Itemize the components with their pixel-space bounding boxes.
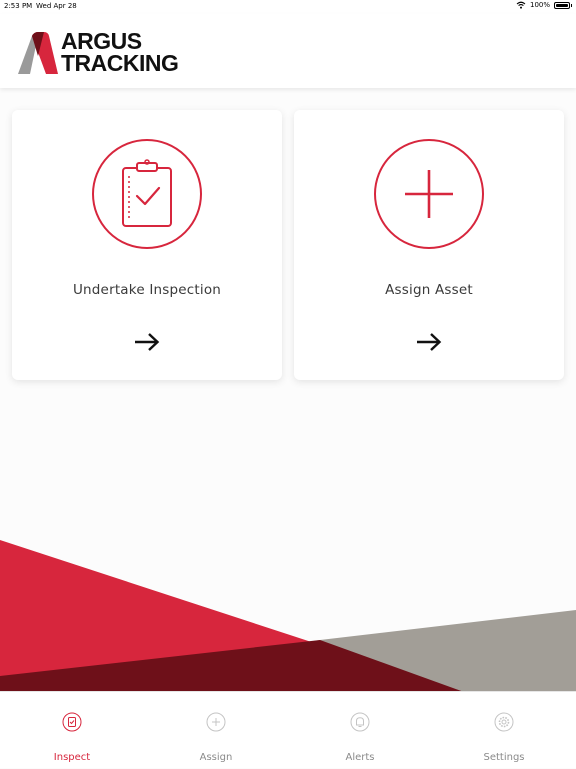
tab-assign[interactable]: Assign <box>144 692 288 769</box>
battery-tip <box>571 3 572 7</box>
tab-bar: Inspect Assign Alerts Settings <box>0 691 576 768</box>
tab-label-assign: Assign <box>199 752 233 763</box>
logo-mark-icon <box>18 32 58 74</box>
decorative-background <box>0 540 576 692</box>
gear-icon <box>494 712 514 732</box>
wifi-icon <box>516 1 526 9</box>
logo-text: ARGUS TRACKING <box>61 28 179 76</box>
tab-label-settings: Settings <box>483 752 525 763</box>
card-label-inspection: Undertake Inspection <box>72 282 222 298</box>
card-label-assign: Assign Asset <box>385 282 473 298</box>
tab-alerts[interactable]: Alerts <box>288 692 432 769</box>
status-bar: 2:53 PM Wed Apr 28 100% <box>0 0 576 14</box>
arrow-right-icon[interactable] <box>134 332 160 352</box>
battery-percent: 100% <box>529 1 550 9</box>
logo-line-1: ARGUS <box>61 28 142 54</box>
clipboard-check-icon <box>92 139 202 249</box>
tab-label-inspect: Inspect <box>53 752 91 763</box>
clipboard-icon <box>62 712 82 732</box>
plus-circle-icon <box>206 712 226 732</box>
arrow-right-icon[interactable] <box>416 332 442 352</box>
app-header: ARGUS TRACKING <box>0 14 576 88</box>
status-right: 100% <box>516 1 572 9</box>
logo-line-2: TRACKING <box>61 50 179 76</box>
tab-settings[interactable]: Settings <box>432 692 576 769</box>
argus-tracking-logo: ARGUS TRACKING <box>16 30 184 76</box>
assign-asset-card[interactable]: Assign Asset <box>294 110 564 380</box>
status-time: 2:53 PM <box>4 2 33 10</box>
status-date: Wed Apr 28 <box>36 2 77 10</box>
undertake-inspection-card[interactable]: Undertake Inspection <box>12 110 282 380</box>
plus-icon <box>374 139 484 249</box>
battery-icon <box>554 1 570 9</box>
tab-label-alerts: Alerts <box>345 752 375 763</box>
tab-inspect[interactable]: Inspect <box>0 692 144 769</box>
bell-icon <box>350 712 370 732</box>
